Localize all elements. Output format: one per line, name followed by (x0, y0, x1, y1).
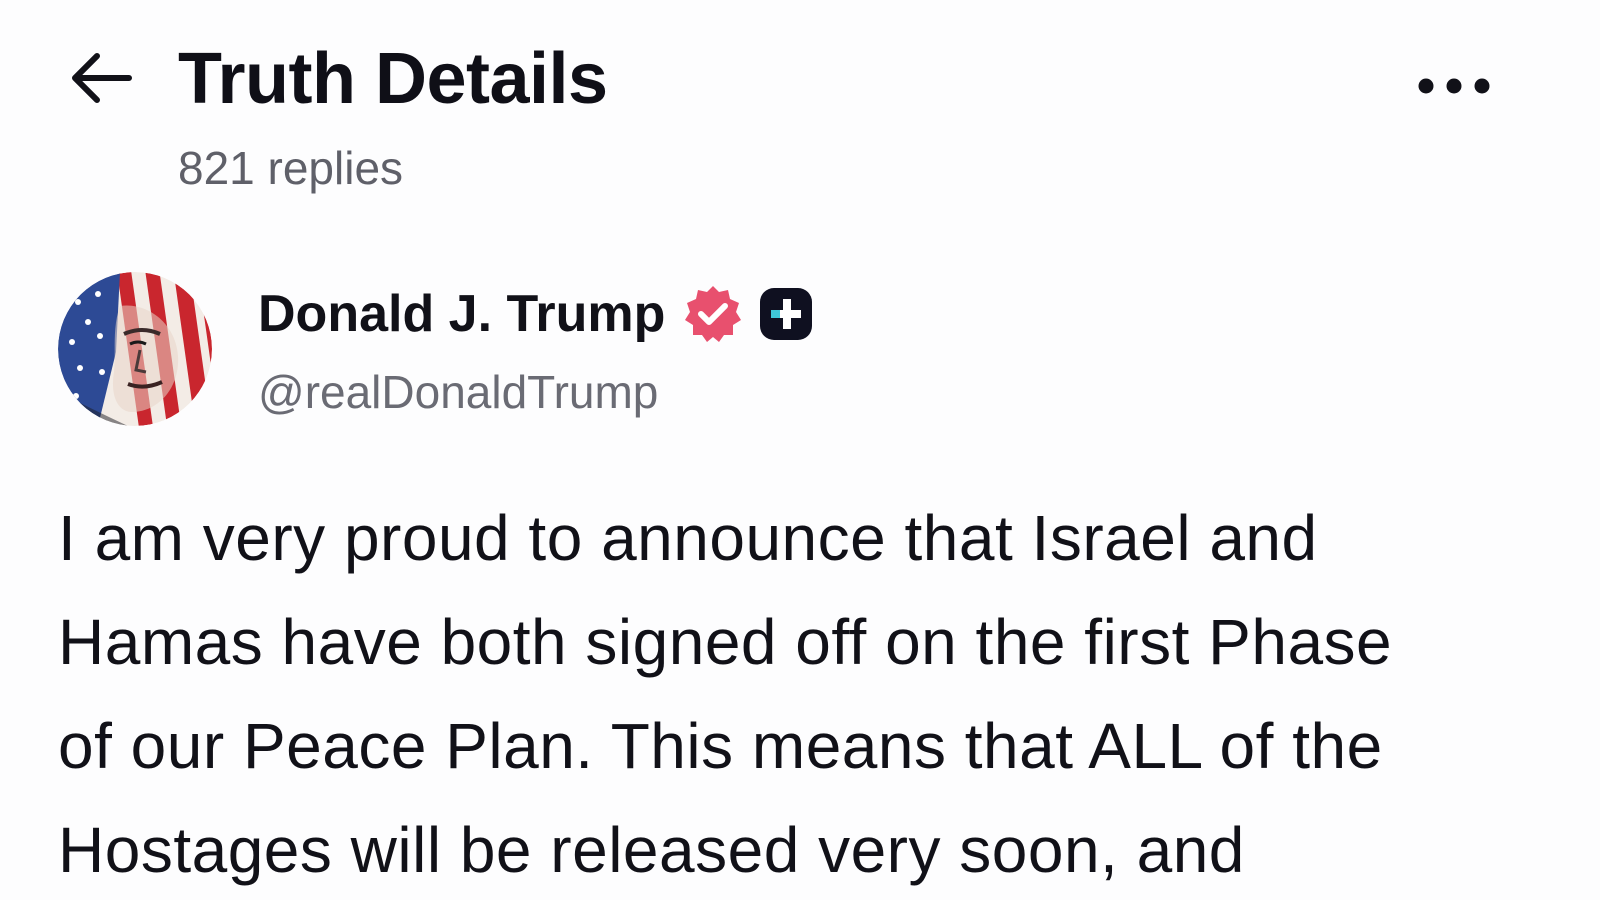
post-text-line: I am very proud to announce that Israel … (58, 502, 1318, 574)
post-text-line: Hostages will be released very soon, and (58, 814, 1245, 886)
plus-badge-icon (759, 287, 813, 341)
post-text-line: of our Peace Plan. This means that ALL o… (58, 710, 1383, 782)
more-horizontal-icon (1418, 78, 1490, 94)
avatar-flag-portrait (58, 272, 212, 426)
author-handle[interactable]: @realDonaldTrump (258, 362, 658, 422)
arrow-left-icon (72, 53, 132, 103)
author-block: Donald J. Trump @realDonaldTrump (0, 260, 1600, 440)
author-name[interactable]: Donald J. Trump (258, 282, 665, 346)
more-options-button[interactable] (1408, 56, 1500, 116)
post-body: I am very proud to announce that Israel … (58, 486, 1558, 900)
header: Truth Details 821 replies (0, 0, 1600, 230)
author-name-row: Donald J. Trump (258, 282, 813, 346)
verified-badge-icon (683, 284, 743, 344)
replies-count: 821 replies (178, 142, 404, 194)
truth-details-screen: Truth Details 821 replies Donald J. Trum… (0, 0, 1600, 900)
page-title: Truth Details (178, 39, 608, 119)
avatar[interactable] (58, 272, 212, 426)
post-text-line: Hamas have both signed off on the first … (58, 606, 1393, 678)
back-button[interactable] (64, 46, 136, 110)
